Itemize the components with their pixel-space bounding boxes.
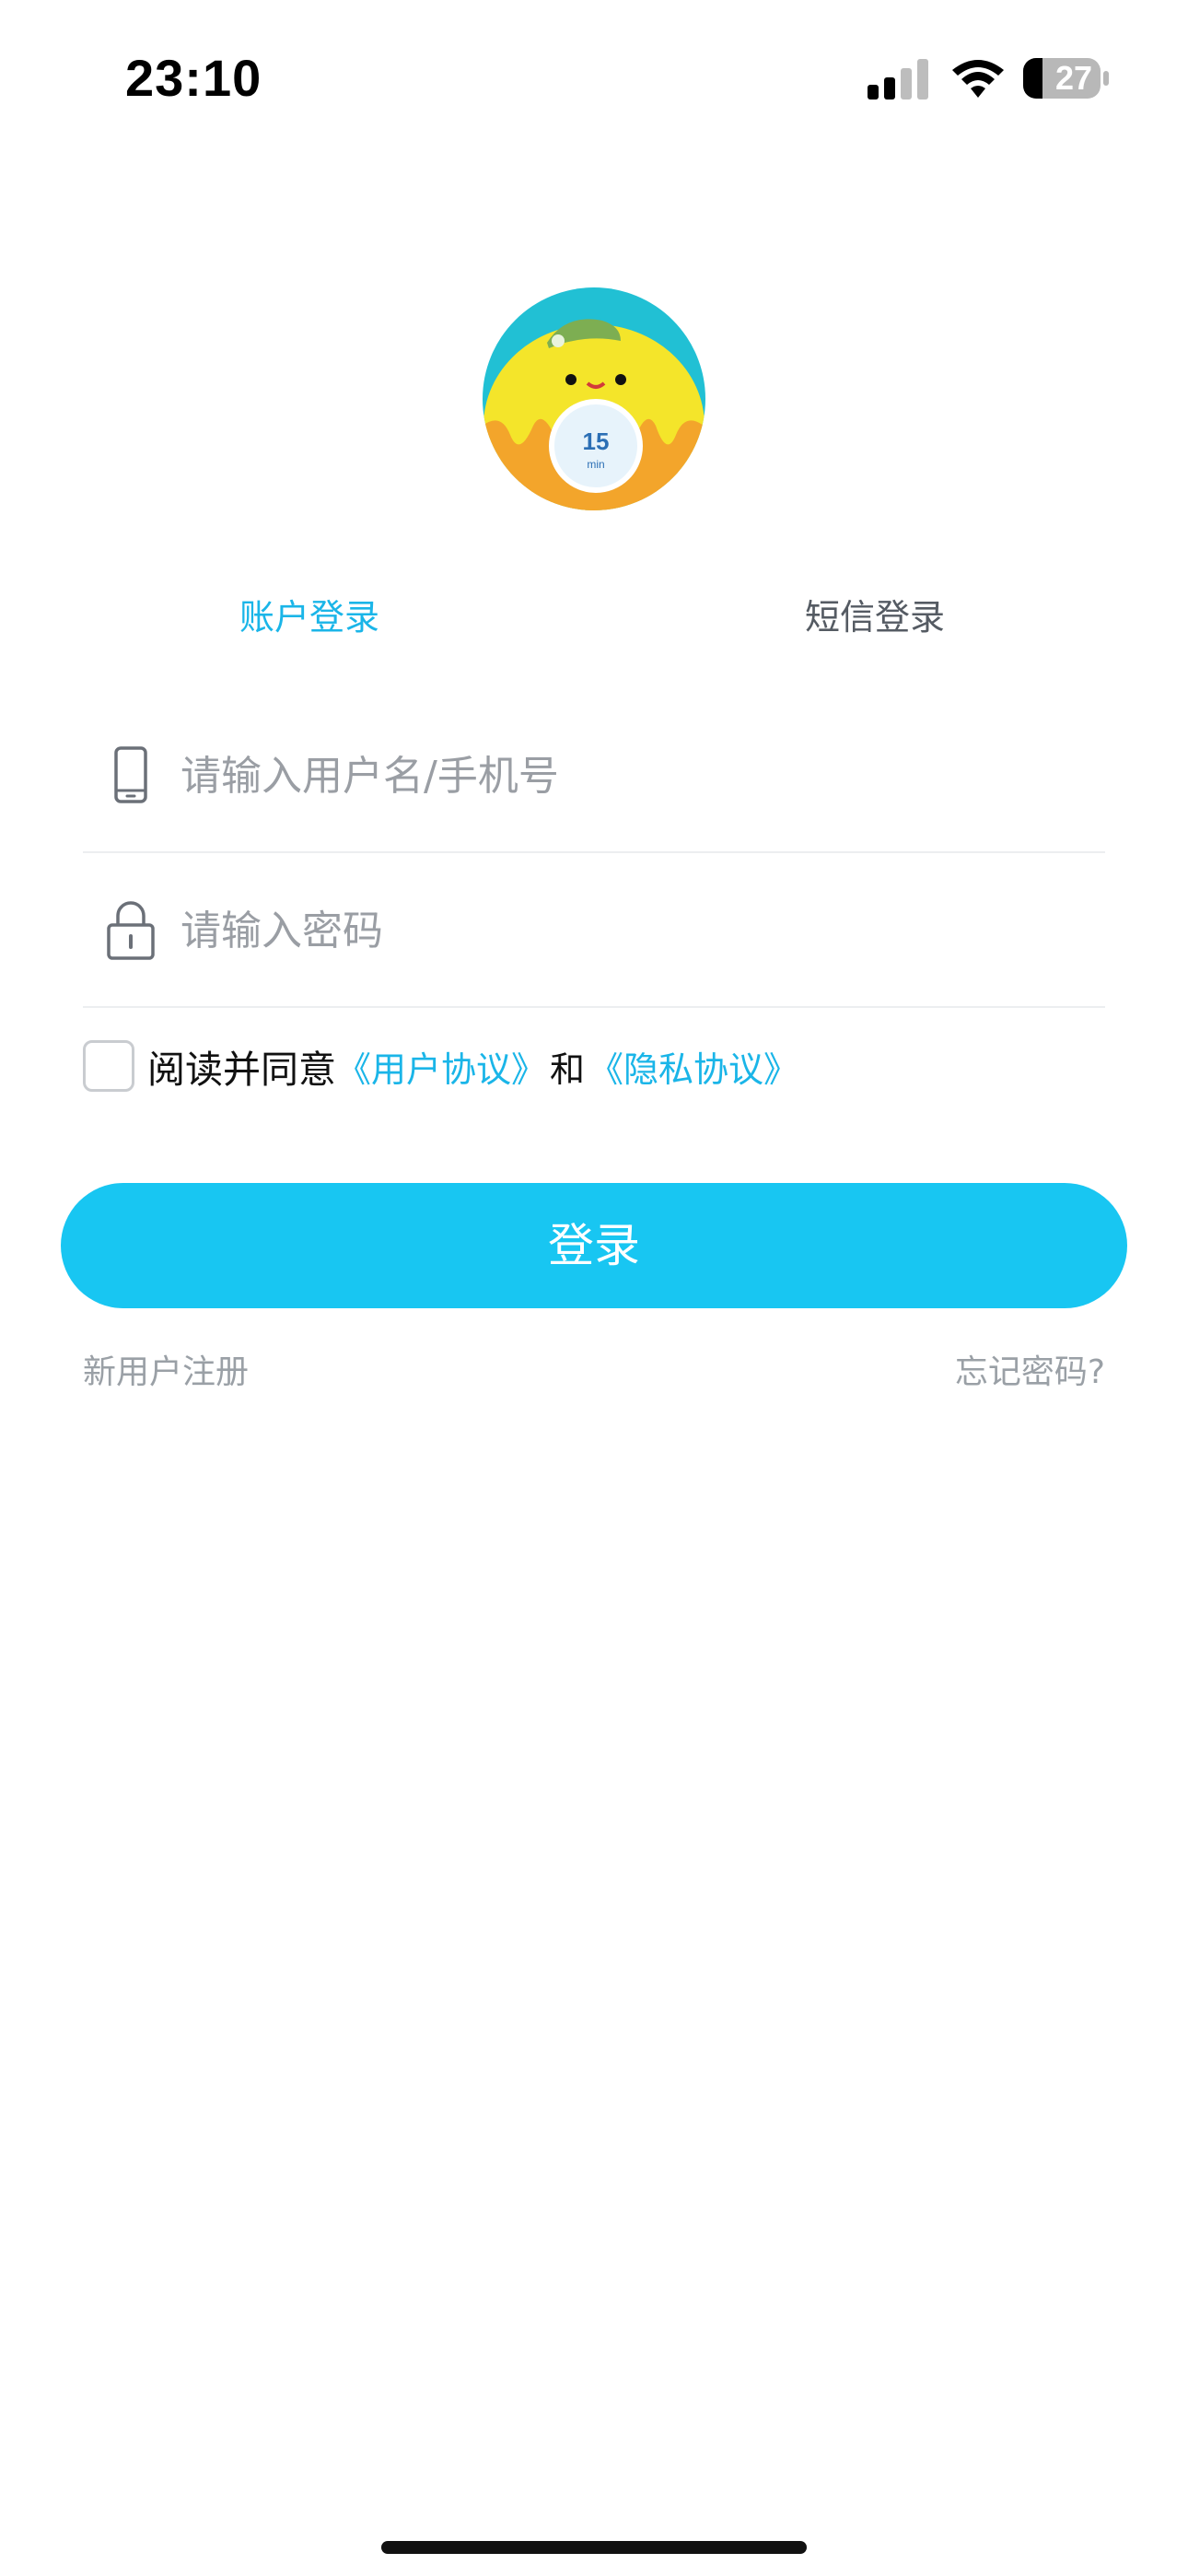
phone-icon bbox=[114, 746, 147, 803]
user-agreement-link[interactable]: 《用户协议》 bbox=[336, 1041, 546, 1092]
agreement-prefix: 阅读并同意 bbox=[147, 1048, 336, 1092]
app-logo: 15 min bbox=[483, 287, 705, 510]
tab-account-login[interactable]: 账户登录 bbox=[217, 590, 402, 645]
password-row bbox=[83, 853, 1105, 1008]
agreement-checkbox[interactable] bbox=[83, 1040, 134, 1092]
username-input[interactable] bbox=[181, 735, 1083, 816]
tab-sms-login[interactable]: 短信登录 bbox=[783, 590, 967, 645]
battery-level: 27 bbox=[1054, 59, 1093, 97]
agreement-row: 阅读并同意 《用户协议》 和 《隐私协议》 bbox=[83, 1037, 798, 1095]
agreement-and: 和 bbox=[550, 1048, 586, 1090]
divider bbox=[83, 1006, 1105, 1008]
lock-icon bbox=[107, 901, 155, 960]
register-link[interactable]: 新用户注册 bbox=[83, 1345, 249, 1393]
privacy-policy-link[interactable]: 《隐私协议》 bbox=[588, 1041, 798, 1092]
status-bar: 23:10 27 bbox=[0, 0, 1188, 157]
logo-badge-subtext: min bbox=[587, 458, 604, 471]
home-indicator bbox=[381, 2541, 807, 2554]
wifi-icon bbox=[952, 60, 1004, 98]
logo-badge-text: 15 bbox=[583, 427, 610, 455]
forgot-password-link[interactable]: 忘记密码? bbox=[955, 1345, 1105, 1393]
signal-icon bbox=[868, 59, 928, 100]
password-input[interactable] bbox=[181, 890, 1083, 971]
username-row bbox=[83, 698, 1105, 853]
status-time: 23:10 bbox=[125, 49, 262, 107]
login-button[interactable]: 登录 bbox=[61, 1183, 1127, 1308]
